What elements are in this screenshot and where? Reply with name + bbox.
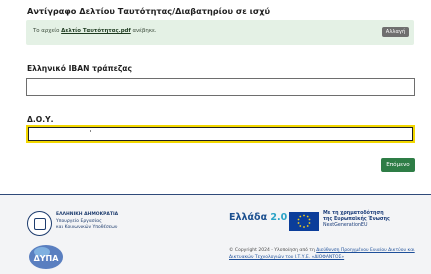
iban-input[interactable]	[26, 78, 415, 96]
gov-line-3: και Κοινωνικών Υποθέσεων	[56, 225, 118, 230]
uploaded-file-message: Το αρχείο Δελτίο Ταυτότητας.pdf ανέβηκε.	[33, 28, 157, 34]
uploaded-file-link[interactable]: Δελτίο Ταυτότητας.pdf	[61, 28, 131, 34]
greece-logo-number: 2.0	[270, 212, 288, 223]
eu-flag-icon	[289, 212, 319, 231]
change-file-button[interactable]: Αλλαγή	[382, 27, 409, 37]
footer: ΕΛΛΗΝΙΚΗ ΔΗΜΟΚΡΑΤΙΑ Υπουργείο Εργασίας κ…	[0, 194, 431, 274]
upload-heading: Αντίγραφο Δελτίου Ταυτότητας/Διαβατηρίου…	[27, 6, 271, 16]
greece-2-0-logo[interactable]: Ελλάδα 2.0	[229, 212, 287, 223]
eu-line-3: NextGenerationEU	[323, 223, 368, 229]
copyright-prefix: © Copyright 2024 - Υλοποίηση από τη	[229, 248, 317, 253]
iban-label: Ελληνικό IBAN τράπεζας	[27, 64, 133, 73]
greek-government-emblem-icon	[27, 211, 52, 236]
text-cursor	[90, 130, 91, 132]
file-message-suffix: ανέβηκε.	[130, 28, 157, 34]
doy-label: Δ.Ο.Υ.	[27, 115, 54, 124]
greece-logo-text: Ελλάδα	[229, 212, 268, 223]
dypa-logo-text: ΔΥΠΑ	[34, 254, 60, 263]
eu-funding-text: Με τη χρηματοδότηση της Ευρωπαϊκής Ένωση…	[323, 211, 390, 230]
uploaded-file-banner: Το αρχείο Δελτίο Ταυτότητας.pdf ανέβηκε.…	[26, 20, 414, 45]
doy-input[interactable]	[26, 125, 415, 143]
file-message-prefix: Το αρχείο	[33, 28, 62, 34]
gov-line-1: ΕΛΛΗΝΙΚΗ ΔΗΜΟΚΡΑΤΙΑ	[56, 212, 119, 217]
next-button[interactable]: Επόμενο	[381, 158, 415, 172]
dypa-logo-icon[interactable]: ΔΥΠΑ	[27, 242, 67, 270]
copyright-text: © Copyright 2024 - Υλοποίηση από τη Διεύ…	[229, 248, 417, 261]
ministry-logo-text[interactable]: ΕΛΛΗΝΙΚΗ ΔΗΜΟΚΡΑΤΙΑ Υπουργείο Εργασίας κ…	[56, 212, 118, 232]
